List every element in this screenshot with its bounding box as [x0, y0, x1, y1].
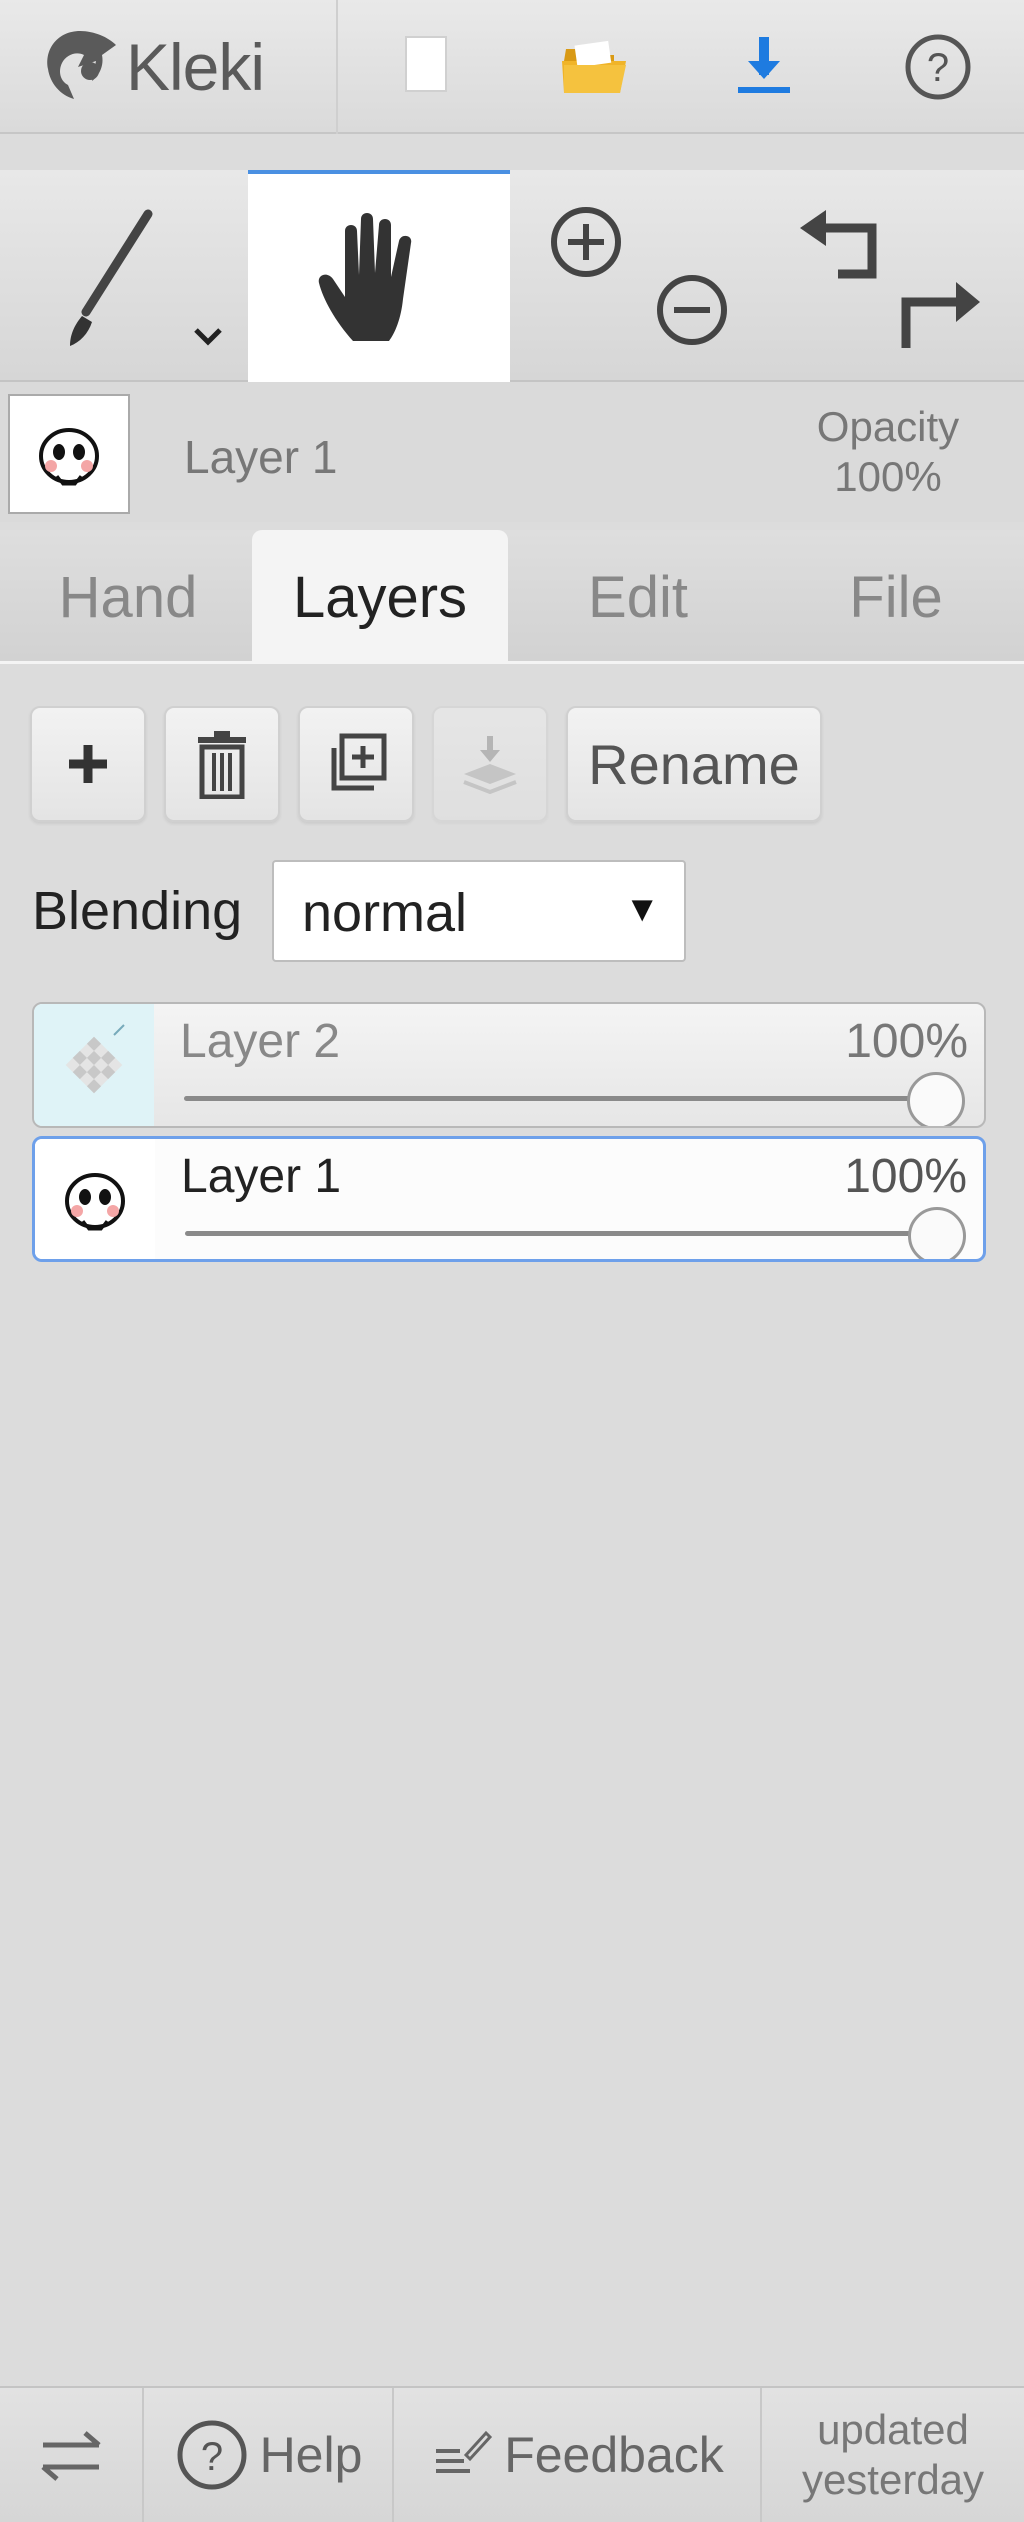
brush-icon	[70, 209, 222, 346]
undo-icon	[800, 210, 877, 279]
zoom-buttons	[520, 170, 760, 382]
help-circle-icon: ?	[905, 34, 971, 100]
dropdown-arrow-icon: ▼	[624, 888, 660, 929]
kleki-logo-icon	[47, 31, 116, 99]
layer-opacity-slider[interactable]	[185, 1231, 931, 1236]
layer-item-layer-2[interactable]: Layer 2 100%	[32, 1002, 986, 1128]
kleki-logo[interactable]: Kleki	[0, 0, 338, 134]
tool-row	[0, 170, 1024, 382]
blending-select[interactable]: normal ▼	[272, 860, 686, 962]
svg-text:?: ?	[927, 46, 949, 90]
layer-name: Layer 1	[181, 1150, 342, 1203]
plus-icon	[69, 745, 107, 783]
download-icon	[738, 37, 790, 93]
zoom-in-icon	[551, 207, 621, 277]
logo-text: Kleki	[126, 30, 265, 104]
help-circle-icon: ?	[177, 2420, 247, 2490]
rename-layer-button[interactable]: Rename	[566, 706, 822, 822]
zoom-icons	[551, 207, 727, 345]
updated-info: updated yesterday	[762, 2388, 1024, 2522]
brush-tool-button[interactable]	[0, 170, 248, 382]
blending-value: normal	[302, 883, 468, 943]
duplicate-icon	[331, 733, 387, 791]
history-buttons	[780, 170, 1024, 382]
trash-icon	[198, 731, 246, 799]
feedback-link[interactable]: Feedback	[394, 2388, 762, 2522]
current-layer-info: Layer 1 Opacity 100%	[0, 382, 1024, 522]
new-image-icon	[405, 36, 447, 92]
save-image-button[interactable]	[684, 0, 844, 134]
history-icons	[800, 210, 980, 348]
face-drawing-icon	[39, 428, 99, 486]
layer-name: Layer 2	[180, 1015, 341, 1068]
swap-arrows-icon	[41, 2431, 101, 2481]
help-label: Help	[259, 2427, 363, 2483]
opacity-value: 100%	[834, 453, 942, 500]
slider-knob[interactable]	[908, 1207, 966, 1259]
layer-item-layer-1[interactable]: Layer 1 100%	[32, 1136, 986, 1262]
tab-file[interactable]: File	[768, 530, 1024, 664]
hand-tool-button[interactable]	[248, 170, 510, 382]
layer-opacity: 100%	[845, 1015, 968, 1068]
layer-opacity-slider[interactable]	[184, 1096, 932, 1101]
new-image-button[interactable]	[344, 0, 504, 134]
add-layer-button[interactable]	[30, 706, 146, 822]
current-layer-thumbnail[interactable]	[8, 394, 130, 514]
merge-down-icon	[463, 736, 517, 795]
top-bar: Kleki ?	[0, 0, 1024, 134]
delete-layer-button[interactable]	[164, 706, 280, 822]
zoom-out-icon	[657, 275, 727, 345]
layer-thumbnail	[35, 1139, 155, 1259]
updated-line-2: yesterday	[801, 2456, 985, 2503]
current-layer-name: Layer 1	[184, 431, 338, 483]
feedback-label: Feedback	[504, 2427, 724, 2483]
folder-icon	[562, 40, 626, 93]
opacity-label: Opacity	[816, 403, 960, 450]
face-drawing-icon	[65, 1173, 125, 1231]
merge-layer-button[interactable]	[432, 706, 548, 822]
svg-text:?: ?	[200, 2435, 222, 2479]
duplicate-layer-button[interactable]	[298, 706, 414, 822]
layer-opacity: 100%	[844, 1150, 967, 1203]
updated-line-1: updated	[817, 2406, 969, 2453]
tab-edit[interactable]: Edit	[510, 530, 766, 664]
layer-thumbnail	[34, 1004, 154, 1126]
redo-icon	[901, 282, 980, 348]
swap-side-button[interactable]	[0, 2388, 144, 2522]
hand-icon	[318, 213, 412, 341]
feedback-icon	[436, 2430, 493, 2473]
current-layer-opacity[interactable]: Opacity 100%	[788, 402, 988, 502]
bottom-bar: ? Help Feedback updated yesterday	[0, 2386, 1024, 2522]
blending-label: Blending	[32, 881, 243, 941]
tab-bar: Hand Layers Edit File	[0, 530, 1024, 664]
transparent-checkerboard-icon	[65, 1024, 125, 1094]
help-link[interactable]: ? Help	[144, 2388, 394, 2522]
help-button[interactable]: ?	[858, 0, 1018, 134]
slider-knob[interactable]	[907, 1072, 965, 1126]
tab-layers[interactable]: Layers	[252, 530, 508, 664]
open-image-button[interactable]	[514, 0, 674, 134]
rename-label: Rename	[588, 732, 800, 796]
tab-hand[interactable]: Hand	[0, 530, 256, 664]
